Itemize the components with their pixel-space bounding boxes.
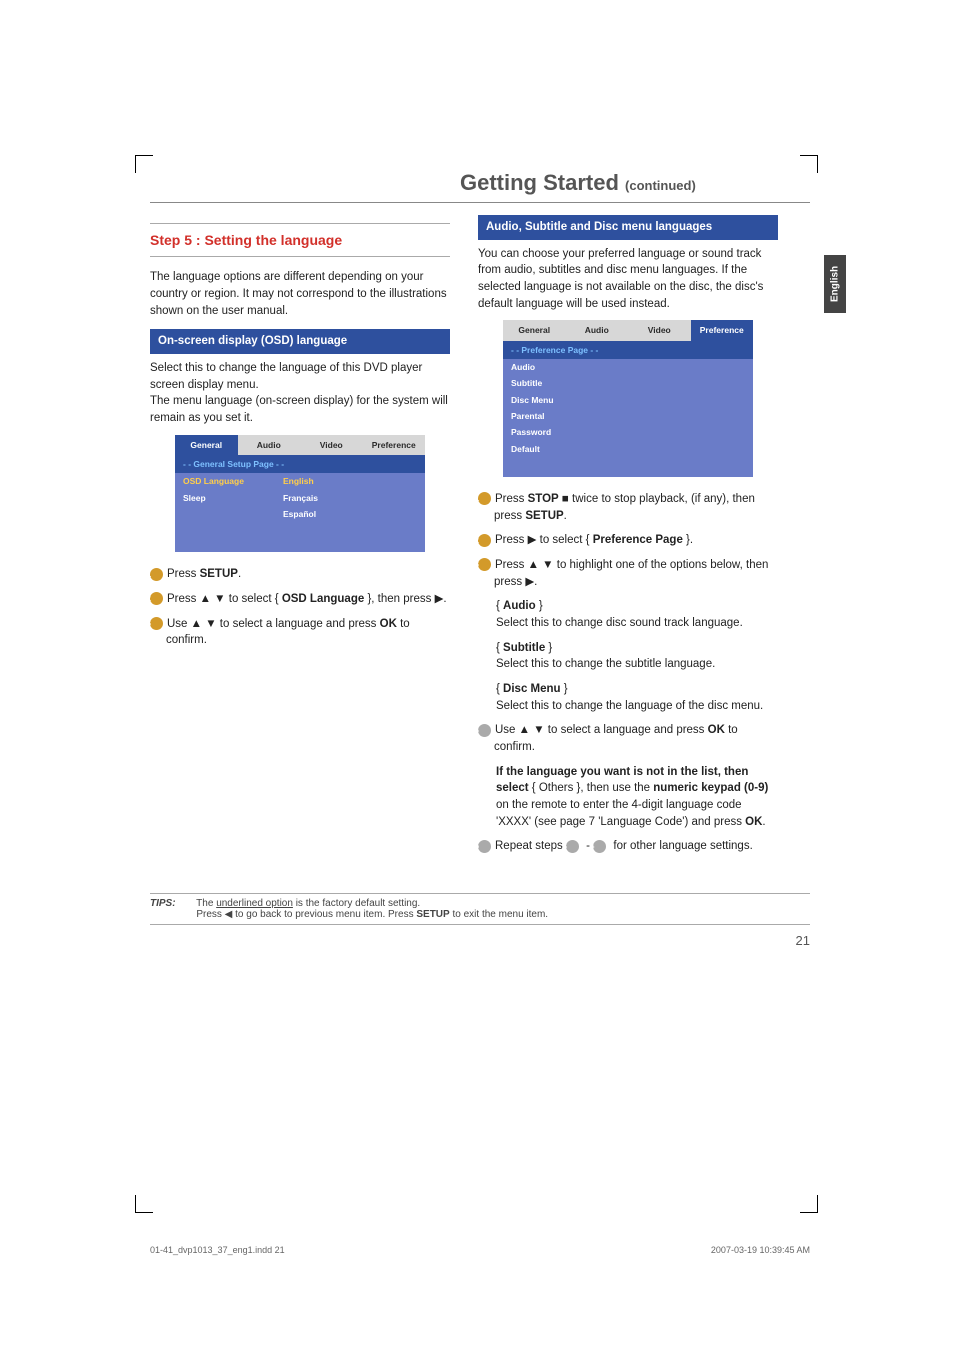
osd-menu-screenshot: GeneralAudioVideoPreference - - General … (175, 435, 425, 553)
title-text: Getting Started (460, 170, 619, 195)
step-number-icon: 2 (150, 592, 163, 605)
menu-page-title: - - General Setup Page - - (175, 455, 425, 473)
page-title: Getting Started (continued) (150, 170, 810, 203)
language-tab: English (824, 255, 846, 313)
step-instruction: 2Press ▲ ▼ to select { OSD Language }, t… (150, 591, 450, 608)
crop-mark (135, 1195, 153, 1213)
step-number-icon: 1 (150, 568, 163, 581)
step-instruction: 4Use ▲ ▼ to select a language and press … (478, 722, 778, 755)
menu-row: Subtitle (503, 375, 753, 391)
step-number-icon: 5 (478, 840, 491, 853)
step-number-icon: 1 (478, 492, 491, 505)
menu-row: OSD LanguageEnglish (175, 473, 425, 489)
section-bar-languages: Audio, Subtitle and Disc menu languages (478, 215, 778, 240)
tips-label: TIPS: (150, 898, 176, 909)
right-column: Audio, Subtitle and Disc menu languages … (478, 215, 778, 863)
osd-paragraph: Select this to change the language of th… (150, 360, 450, 427)
page-number: 21 (150, 933, 810, 948)
intro-paragraph: The language options are different depen… (150, 269, 450, 319)
menu-tab: General (175, 435, 238, 455)
menu-row: Español (175, 506, 425, 522)
menu-tab: General (503, 320, 566, 340)
step-instruction: 1Press STOP ■ twice to stop playback, (i… (478, 491, 778, 524)
menu-tab: Preference (363, 435, 426, 455)
menu-tab: Preference (691, 320, 754, 340)
option-block: { Disc Menu }Select this to change the l… (496, 681, 778, 714)
option-block: { Audio }Select this to change disc soun… (496, 598, 778, 631)
menu-row: Default (503, 441, 753, 457)
step-number-icon: 3 (150, 617, 163, 630)
languages-intro: You can choose your preferred language o… (478, 246, 778, 313)
menu-row: Parental (503, 408, 753, 424)
menu-tab: Video (628, 320, 691, 340)
tips-line-1: The underlined option is the factory def… (196, 898, 420, 909)
menu-tab: Audio (238, 435, 301, 455)
step-instruction: 1Press SETUP. (150, 566, 450, 583)
crop-mark (800, 1195, 818, 1213)
step-number-icon: 4 (478, 724, 491, 737)
preference-menu-screenshot: GeneralAudioVideoPreference - - Preferen… (503, 320, 753, 477)
menu-tab: Audio (566, 320, 629, 340)
left-column: Step 5 : Setting the language The langua… (150, 215, 450, 863)
language-note: If the language you want is not in the l… (496, 764, 778, 831)
menu-row: Disc Menu (503, 392, 753, 408)
section-bar-osd: On-screen display (OSD) language (150, 329, 450, 354)
footer-right: 2007-03-19 10:39:45 AM (711, 1245, 810, 1255)
menu-row: Audio (503, 359, 753, 375)
menu-tab: Video (300, 435, 363, 455)
step-number-icon: 3 (478, 558, 491, 571)
tips-line-2: Press ◀ to go back to previous menu item… (196, 909, 548, 920)
page-content: English Getting Started (continued) Step… (150, 170, 810, 948)
step-instruction: 3Press ▲ ▼ to highlight one of the optio… (478, 557, 778, 590)
tips-box: TIPS: The underlined option is the facto… (150, 893, 810, 925)
menu-row: SleepFrançais (175, 490, 425, 506)
step-number-icon: 2 (478, 534, 491, 547)
menu-row: Password (503, 424, 753, 440)
print-footer: 01-41_dvp1013_37_eng1.indd 21 2007-03-19… (150, 1245, 810, 1255)
step-text: Repeat steps 3 - 4 for other language se… (495, 840, 753, 852)
step-instruction: 3Use ▲ ▼ to select a language and press … (150, 616, 450, 649)
title-continued: (continued) (625, 178, 696, 193)
step-text: Use ▲ ▼ to select a language and press O… (494, 724, 738, 753)
step-instruction: 5 Repeat steps 3 - 4 for other language s… (478, 838, 778, 855)
footer-left: 01-41_dvp1013_37_eng1.indd 21 (150, 1245, 285, 1255)
step-heading: Step 5 : Setting the language (150, 223, 450, 257)
menu-page-title: - - Preference Page - - (503, 341, 753, 359)
option-block: { Subtitle }Select this to change the su… (496, 640, 778, 673)
step-instruction: 2Press ▶ to select { Preference Page }. (478, 532, 778, 549)
